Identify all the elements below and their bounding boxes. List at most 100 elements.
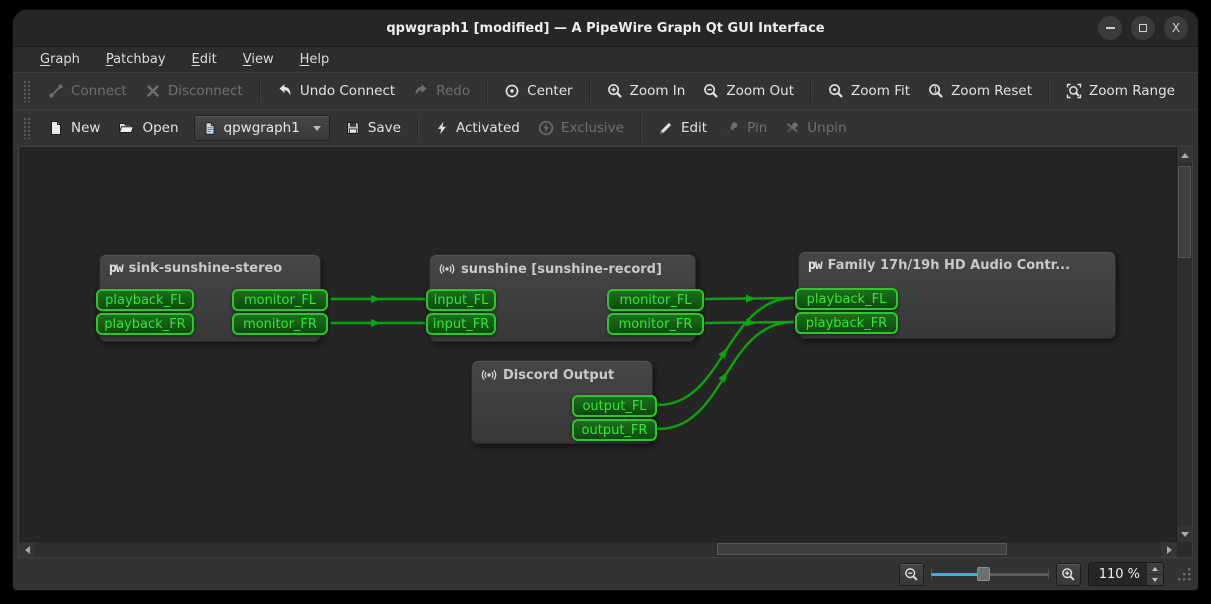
node-sink-sunshine-stereo[interactable]: pw sink-sunshine-stereo playback_FL play… [99, 254, 321, 342]
port-input_FL[interactable]: input_FL [426, 289, 496, 311]
vertical-scrollbar-thumb[interactable] [1178, 166, 1191, 258]
patchbay-file-combobox[interactable]: qpwgraph1 [194, 115, 330, 141]
port-output_FL[interactable]: output_FL [572, 395, 657, 417]
toolbar-drag-handle[interactable] [23, 80, 31, 102]
desktop-background: qpwgraph1 [modified] — A PipeWire Graph … [0, 0, 1211, 604]
new-button[interactable]: New [39, 114, 109, 142]
scroll-left-button[interactable] [19, 542, 35, 557]
titlebar[interactable]: qpwgraph1 [modified] — A PipeWire Graph … [13, 10, 1198, 46]
save-icon [345, 120, 361, 136]
horizontal-scrollbar-thumb[interactable] [717, 543, 1007, 555]
menu-graph[interactable]: Graph [29, 49, 91, 70]
port-monitor_FR[interactable]: monitor_FR [607, 313, 704, 335]
activated-button[interactable]: Activated [426, 114, 529, 142]
scroll-down-button[interactable] [1177, 526, 1193, 542]
unpin-icon [785, 120, 800, 136]
edit-pencil-icon [658, 120, 674, 136]
arrow-up-icon [1152, 567, 1158, 571]
patchbay-toolbar: New Open qpwgraph1 Save Activated [13, 109, 1198, 146]
zoom-spin-up-button[interactable] [1147, 563, 1163, 574]
toolbar-separator [589, 79, 591, 103]
port-playback_FR[interactable]: playback_FR [96, 313, 194, 335]
menu-edit[interactable]: Edit [181, 49, 228, 70]
zoom-spin-down-button[interactable] [1147, 574, 1163, 585]
connection-wires [19, 147, 1177, 542]
horizontal-scrollbar[interactable] [19, 541, 1177, 557]
toolbar-separator [1048, 79, 1050, 103]
close-button[interactable]: X [1164, 16, 1188, 40]
arrow-left-icon [25, 546, 30, 554]
zoom-out-icon [703, 83, 719, 99]
activated-bolt-icon [435, 120, 449, 136]
port-playback_FL[interactable]: playback_FL [96, 289, 194, 311]
toolbar-separator [486, 79, 488, 103]
zoom-range-icon [1066, 83, 1082, 99]
toolbar-separator [259, 79, 261, 103]
center-button[interactable]: Center [495, 77, 581, 105]
zoom-percent-value: 110 % [1089, 567, 1147, 582]
scroll-up-button[interactable] [1177, 147, 1193, 163]
graph-view-frame: pw sink-sunshine-stereo playback_FL play… [18, 146, 1193, 558]
port-playback_FR[interactable]: playback_FR [795, 312, 898, 334]
maximize-button[interactable] [1131, 16, 1155, 40]
open-button[interactable]: Open [109, 114, 187, 142]
port-monitor_FL[interactable]: monitor_FL [607, 289, 704, 311]
node-discord-output[interactable]: Discord Output output_FL output_FR [471, 360, 653, 444]
zoom-slider-handle[interactable] [977, 567, 990, 581]
zoom-slider-track[interactable] [983, 573, 1049, 576]
port-monitor_FL[interactable]: monitor_FL [232, 289, 328, 311]
graph-canvas[interactable]: pw sink-sunshine-stereo playback_FL play… [19, 147, 1177, 542]
pipewire-icon: pw [808, 258, 822, 273]
zoom-percent-spinbox[interactable]: 110 % [1088, 562, 1164, 586]
wire-arrow-icon [371, 319, 381, 327]
wire-arrow-icon [746, 295, 756, 303]
port-output_FR[interactable]: output_FR [572, 419, 657, 441]
save-button[interactable]: Save [336, 114, 410, 142]
zoom-slider[interactable] [931, 566, 1049, 582]
node-title: pw sink-sunshine-stereo [100, 255, 320, 282]
zoom-reset-button[interactable]: 1 Zoom Reset [919, 77, 1041, 105]
center-icon [504, 83, 520, 99]
port-monitor_FR[interactable]: monitor_FR [232, 313, 328, 335]
maximize-icon [1139, 24, 1147, 32]
toolbar-separator [810, 79, 812, 103]
minimize-icon [1106, 27, 1115, 29]
zoom-out-button[interactable]: Zoom Out [694, 77, 803, 105]
disconnect-icon [145, 83, 161, 99]
vertical-scrollbar[interactable] [1176, 147, 1192, 542]
zoom-out-icon [904, 567, 919, 582]
stream-icon [439, 261, 455, 277]
wire-arrow-icon [746, 319, 756, 327]
zoom-in-icon [1061, 567, 1076, 582]
zoom-fit-button[interactable]: Zoom Fit [819, 77, 919, 105]
node-family-hd-audio[interactable]: pw Family 17h/19h HD Audio Contr... play… [798, 251, 1116, 339]
close-icon: X [1172, 21, 1180, 35]
port-playback_FL[interactable]: playback_FL [795, 288, 898, 310]
pin-icon [725, 120, 740, 136]
zoom-slider-track-filled[interactable] [931, 573, 983, 576]
zoom-reset-icon: 1 [928, 83, 944, 99]
statusbar-zoom-in-button[interactable] [1056, 563, 1081, 586]
toolbar-drag-handle[interactable] [23, 117, 31, 139]
exclusive-bolt-icon [538, 120, 554, 136]
zoom-range-button[interactable]: Zoom Range [1057, 77, 1184, 105]
stream-icon [481, 367, 497, 383]
chevron-down-icon [313, 126, 321, 131]
redo-button: Redo [404, 77, 479, 105]
arrow-down-icon [1181, 532, 1189, 537]
scroll-right-button[interactable] [1161, 542, 1177, 557]
node-sunshine[interactable]: sunshine [sunshine-record] input_FL inpu… [429, 254, 696, 342]
arrow-down-icon [1152, 578, 1158, 582]
undo-connect-button[interactable]: Undo Connect [268, 77, 404, 105]
minimize-button[interactable] [1098, 16, 1122, 40]
menu-help[interactable]: Help [289, 49, 341, 70]
window-resize-grip[interactable] [1177, 567, 1192, 582]
zoom-in-icon [607, 83, 623, 99]
menu-patchbay[interactable]: Patchbay [95, 49, 177, 70]
svg-text:1: 1 [933, 85, 938, 94]
edit-button[interactable]: Edit [649, 114, 716, 142]
port-input_FR[interactable]: input_FR [426, 313, 496, 335]
statusbar-zoom-out-button[interactable] [899, 563, 924, 586]
menu-view[interactable]: View [232, 49, 285, 70]
zoom-in-button[interactable]: Zoom In [598, 77, 695, 105]
